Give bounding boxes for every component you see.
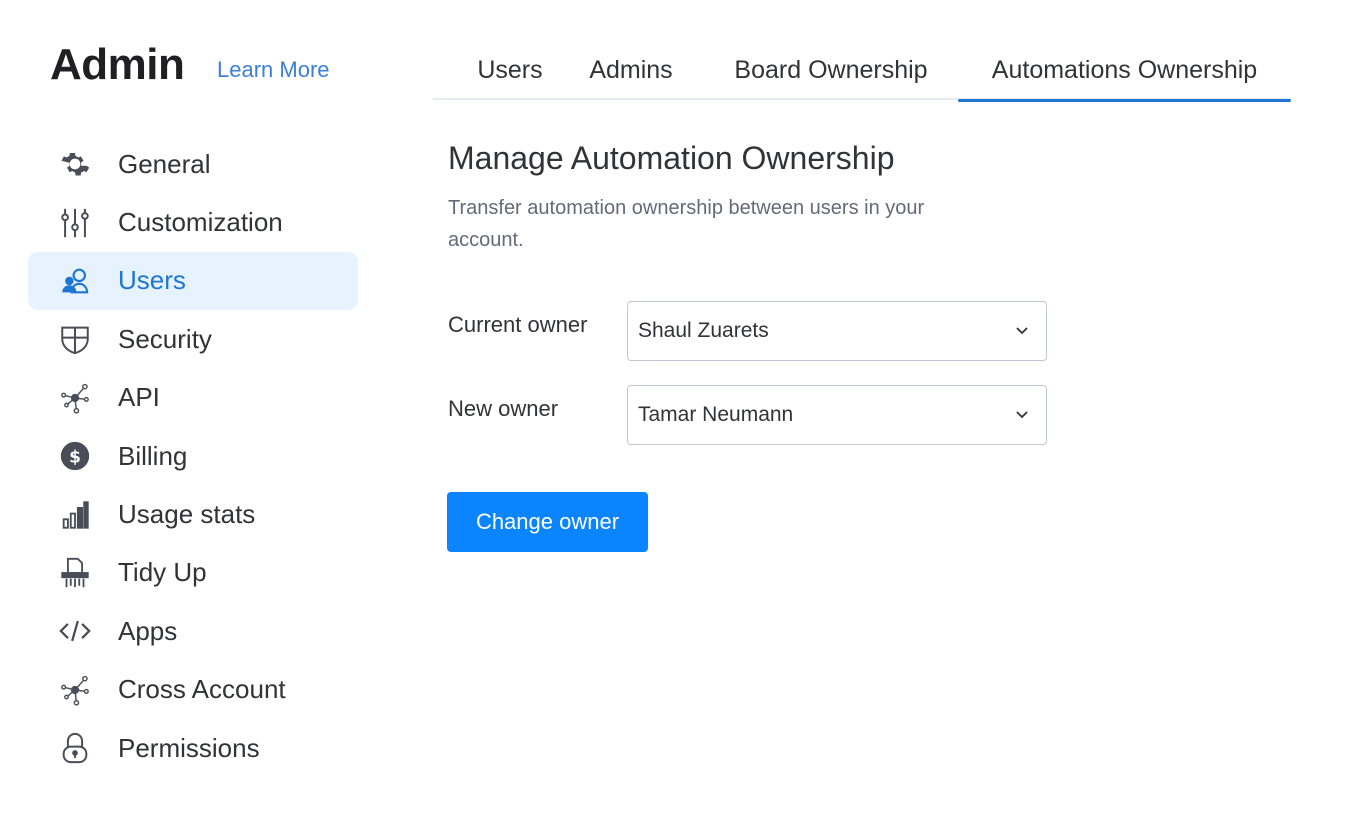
sidebar-nav: General Customization Users Security API… — [28, 135, 358, 777]
chevron-down-icon — [1016, 411, 1028, 419]
sliders-icon — [56, 204, 94, 242]
sidebar-item-label: Customization — [118, 207, 283, 238]
current-owner-select[interactable]: Shaul Zuarets — [627, 301, 1047, 361]
gear-icon — [56, 145, 94, 183]
learn-more-link[interactable]: Learn More — [217, 57, 330, 83]
shredder-icon — [56, 554, 94, 592]
tab-board-ownership[interactable]: Board Ownership — [733, 40, 929, 100]
sidebar-item-label: General — [118, 148, 211, 179]
sidebar-item-permissions[interactable]: Permissions — [28, 719, 358, 777]
network-icon — [56, 379, 94, 417]
dollar-coin-icon: $ — [56, 437, 94, 475]
sidebar-item-label: Tidy Up — [118, 557, 207, 588]
sidebar-item-tidy-up[interactable]: Tidy Up — [28, 544, 358, 602]
sidebar-item-label: API — [118, 382, 160, 413]
sidebar-item-general[interactable]: General — [28, 135, 358, 193]
sidebar-item-security[interactable]: Security — [28, 310, 358, 368]
new-owner-label: New owner — [448, 396, 559, 421]
current-owner-label: Current owner — [448, 312, 588, 337]
admin-app: Admin Learn More General Customization U… — [0, 0, 1358, 816]
sidebar-item-apps[interactable]: Apps — [28, 602, 358, 660]
sidebar-item-api[interactable]: API — [28, 369, 358, 427]
sidebar-item-billing[interactable]: $ Billing — [28, 427, 358, 485]
section-description: Transfer automation ownership between us… — [448, 197, 925, 251]
tab-bar: Users Admins Board Ownership Automations… — [433, 40, 1291, 102]
network-icon — [56, 671, 94, 709]
page-title-admin: Admin — [50, 40, 185, 89]
sidebar-item-label: Cross Account — [118, 674, 286, 705]
code-icon — [56, 612, 94, 650]
sidebar-item-label: Billing — [118, 440, 188, 471]
section-title: Manage Automation Ownership — [448, 140, 895, 176]
tab-admins[interactable]: Admins — [585, 40, 677, 100]
users-icon — [56, 262, 94, 300]
shield-icon — [56, 320, 94, 358]
sidebar-item-label: Security — [118, 323, 212, 354]
sidebar: Admin Learn More General Customization U… — [0, 0, 400, 816]
sidebar-item-cross-account[interactable]: Cross Account — [28, 661, 358, 719]
sidebar-item-label: Usage stats — [118, 499, 256, 530]
new-owner-value: Tamar Neumann — [638, 403, 794, 426]
lock-icon — [56, 729, 94, 767]
sidebar-item-usage-stats[interactable]: Usage stats — [28, 485, 358, 543]
tab-automations-ownership[interactable]: Automations Ownership — [958, 40, 1291, 102]
sidebar-item-customization[interactable]: Customization — [28, 193, 358, 251]
sidebar-item-label: Permissions — [118, 732, 260, 763]
sidebar-item-label: Apps — [118, 615, 178, 646]
tab-users[interactable]: Users — [462, 40, 558, 100]
sidebar-item-label: Users — [118, 265, 186, 296]
chevron-down-icon — [1016, 327, 1028, 335]
svg-text:$: $ — [69, 448, 81, 468]
sidebar-item-users[interactable]: Users — [28, 251, 358, 311]
change-owner-button[interactable]: Change owner — [447, 492, 648, 552]
new-owner-select[interactable]: Tamar Neumann — [627, 385, 1047, 445]
current-owner-value: Shaul Zuarets — [638, 319, 769, 342]
bar-chart-icon — [56, 496, 94, 534]
